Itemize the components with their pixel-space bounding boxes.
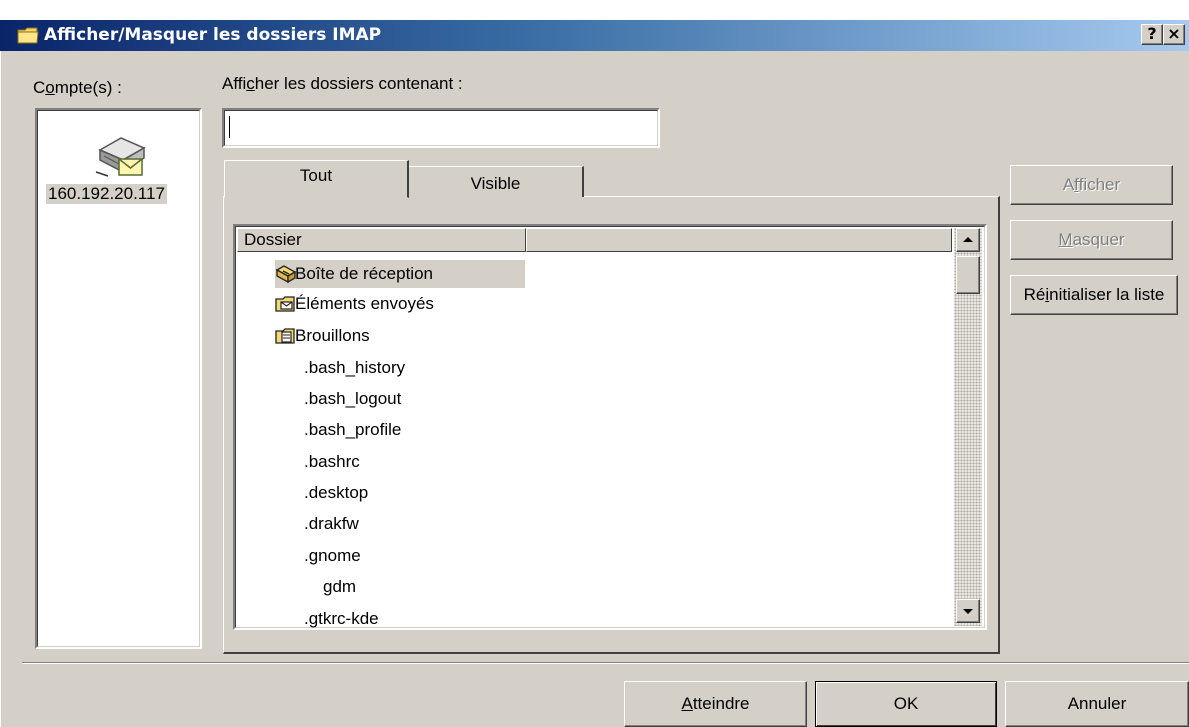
filter-input[interactable] bbox=[227, 113, 656, 141]
ok-button[interactable]: OK bbox=[815, 681, 997, 727]
mail-server-icon bbox=[95, 137, 146, 177]
list-item[interactable]: .desktop bbox=[304, 479, 368, 507]
folder-list[interactable]: Dossier Boîte de réception Éléments envo… bbox=[233, 224, 987, 630]
list-item[interactable]: .bash_history bbox=[304, 354, 405, 382]
tab-all[interactable]: Tout bbox=[224, 160, 409, 198]
close-button[interactable]: × bbox=[1163, 24, 1185, 45]
list-item[interactable]: gdm bbox=[323, 573, 356, 601]
list-item[interactable]: .gtkrc-kde bbox=[304, 605, 379, 628]
drafts-folder-icon bbox=[275, 328, 295, 344]
filter-input-frame bbox=[222, 108, 660, 148]
accounts-label: Compte(s) : bbox=[33, 78, 122, 97]
scroll-up-button[interactable] bbox=[956, 228, 980, 252]
list-item[interactable]: .gnome bbox=[304, 542, 361, 570]
list-item[interactable]: Brouillons bbox=[275, 322, 525, 350]
sent-folder-icon bbox=[275, 296, 295, 312]
tab-visible[interactable]: Visible bbox=[408, 166, 584, 197]
help-button[interactable]: ? bbox=[1141, 24, 1163, 45]
text-caret bbox=[229, 116, 230, 138]
show-button[interactable]: Afficher bbox=[1010, 165, 1173, 205]
list-item[interactable]: Boîte de réception bbox=[275, 260, 525, 288]
hide-button[interactable]: Masquer bbox=[1010, 220, 1173, 260]
account-label: 160.192.20.117 bbox=[46, 184, 167, 204]
folder-icon bbox=[17, 27, 39, 44]
list-item[interactable]: .bash_logout bbox=[304, 385, 401, 413]
account-item[interactable]: 160.192.20.117 bbox=[37, 110, 200, 220]
inbox-folder-icon bbox=[275, 265, 297, 284]
list-item[interactable]: .bashrc bbox=[304, 448, 360, 476]
column-header-folder[interactable]: Dossier bbox=[237, 228, 526, 252]
list-item[interactable]: .bash_profile bbox=[304, 416, 401, 444]
column-header-empty[interactable] bbox=[526, 228, 952, 252]
scroll-thumb[interactable] bbox=[956, 256, 980, 294]
list-item[interactable]: Éléments envoyés bbox=[275, 290, 525, 318]
window-title: Afficher/Masquer les dossiers IMAP bbox=[44, 25, 382, 45]
reset-list-button[interactable]: Réinitialiser la liste bbox=[1010, 275, 1178, 315]
goto-button[interactable]: Atteindre bbox=[624, 681, 807, 727]
cancel-button[interactable]: Annuler bbox=[1005, 681, 1189, 727]
accounts-list[interactable]: 160.192.20.117 bbox=[35, 108, 202, 649]
list-item[interactable]: .drakfw bbox=[304, 510, 359, 538]
title-bar[interactable]: Afficher/Masquer les dossiers IMAP ? × bbox=[0, 20, 1189, 51]
scroll-down-button[interactable] bbox=[956, 599, 980, 623]
arrow-up-icon bbox=[963, 237, 973, 242]
arrow-down-icon bbox=[963, 609, 973, 614]
footer-separator bbox=[22, 662, 1189, 664]
filter-label: Afficher les dossiers contenant : bbox=[222, 74, 463, 93]
